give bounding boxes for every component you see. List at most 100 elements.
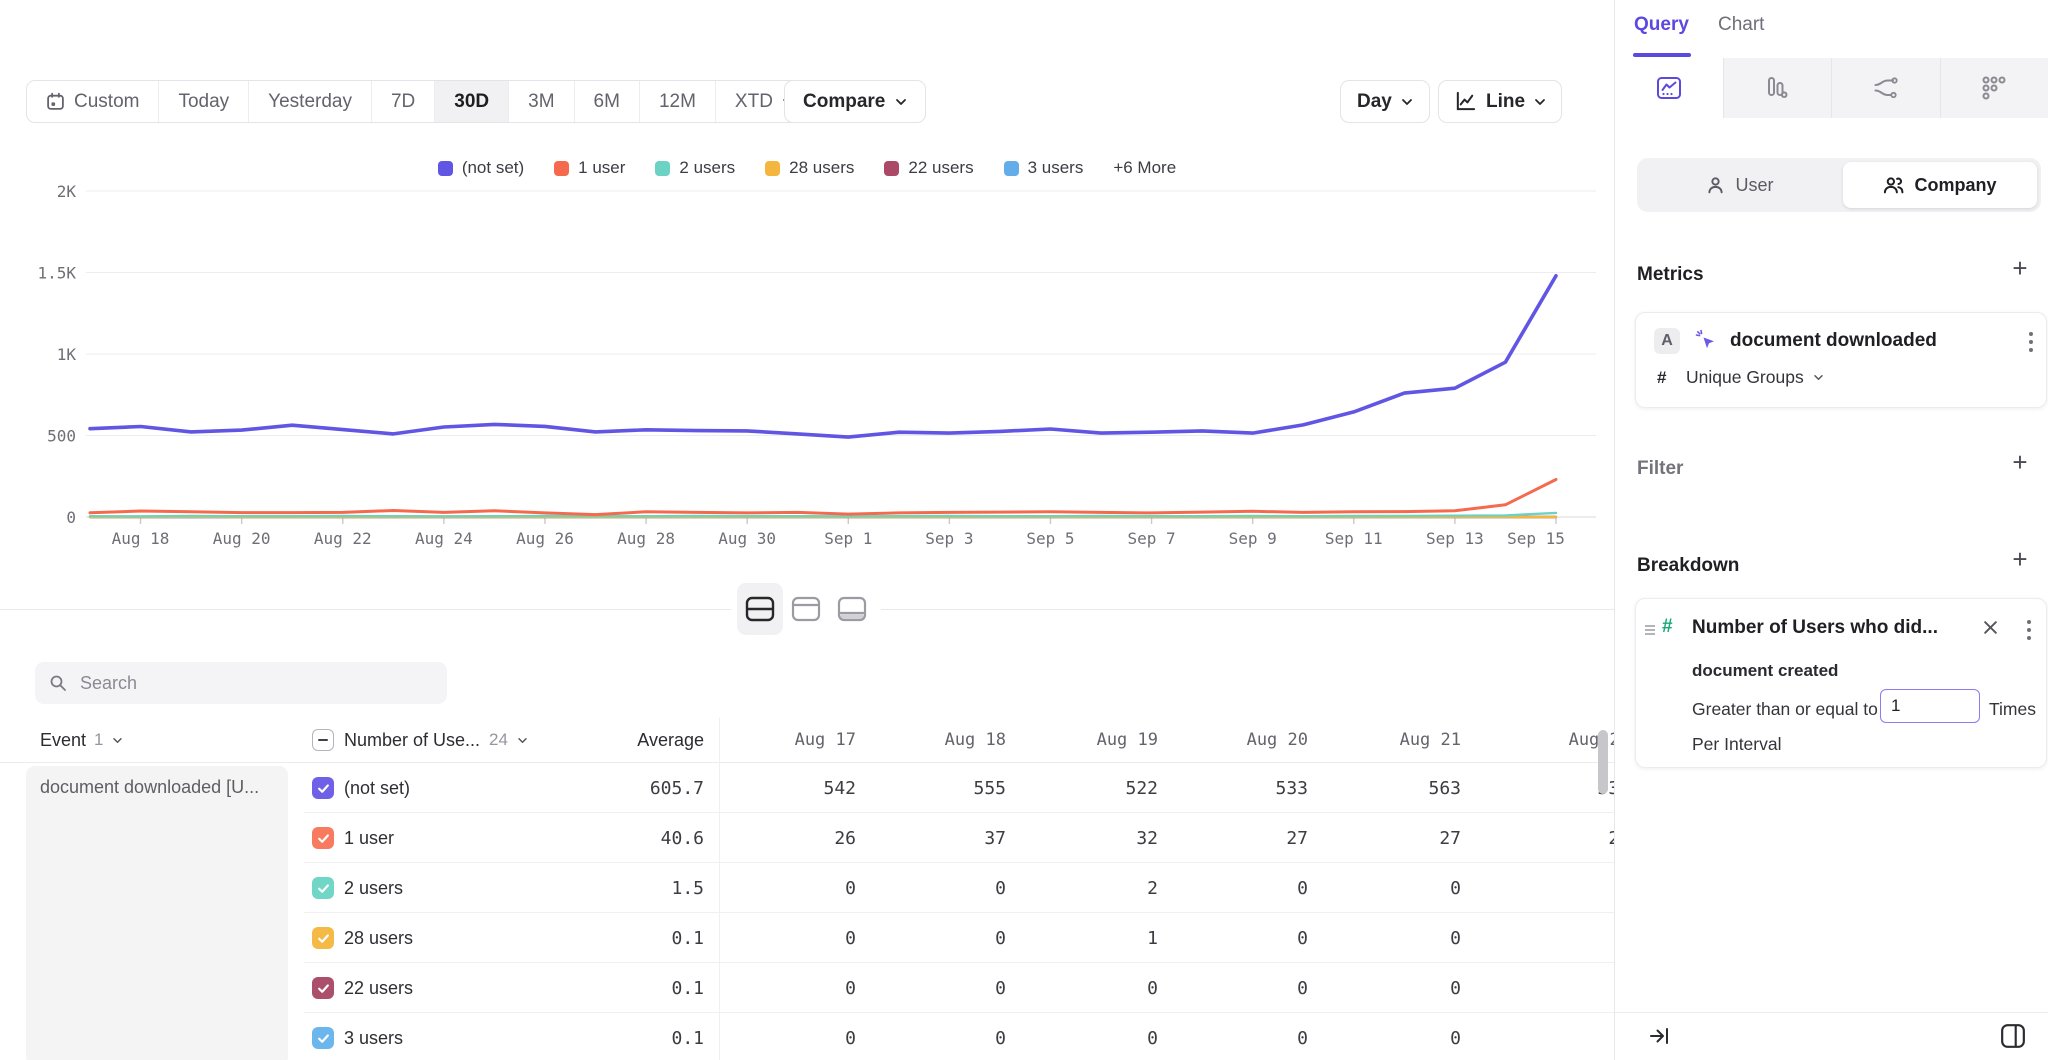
- cell-value: 533: [1188, 763, 1308, 813]
- chevron-down-icon: [1401, 98, 1413, 106]
- series-checkbox[interactable]: [312, 927, 334, 949]
- measure-dropdown[interactable]: Unique Groups: [1686, 367, 1824, 388]
- cell-value: 1: [1038, 913, 1158, 963]
- cell-value: 0: [1510, 1013, 1614, 1060]
- chart-type-composition-tab[interactable]: [1940, 58, 2048, 118]
- cell-value: 522: [1038, 763, 1158, 813]
- range-today[interactable]: Today: [159, 81, 249, 122]
- breakdown-menu-button[interactable]: [2026, 619, 2032, 646]
- toggle-side-panel-button[interactable]: [2000, 1023, 2026, 1054]
- range-3m[interactable]: 3M: [509, 81, 574, 122]
- line-chart-icon: [1454, 90, 1477, 113]
- event-column-header[interactable]: Event 1: [40, 718, 123, 762]
- breakdown-heading: Breakdown: [1637, 555, 1739, 577]
- search-box: [35, 662, 447, 704]
- date-column-header: Aug 19: [1038, 718, 1158, 762]
- chart-type-flow-tab[interactable]: [1831, 58, 1940, 118]
- series-line: [90, 480, 1556, 515]
- series-checkbox[interactable]: [312, 977, 334, 999]
- layout-split-view-button[interactable]: [737, 583, 783, 635]
- chart-top-view-icon: [837, 596, 867, 622]
- cell-value: 0: [736, 1013, 856, 1060]
- analytics-app: CustomTodayYesterday7D30D3M6M12MXTD Comp…: [0, 0, 2048, 1060]
- table-scrollbar[interactable]: [1598, 730, 1608, 794]
- x-axis-label: Aug 22: [314, 529, 372, 548]
- series-checkbox[interactable]: [312, 827, 334, 849]
- x-axis-label: Aug 28: [617, 529, 675, 548]
- drag-handle-icon[interactable]: [1644, 623, 1656, 642]
- line-chart[interactable]: 05001K1.5K2KAug 18Aug 20Aug 22Aug 24Aug …: [0, 140, 1614, 560]
- line-chart-tab-icon: [1656, 76, 1682, 100]
- chevron-down-icon: [1534, 98, 1546, 106]
- toggle-user[interactable]: User: [1637, 175, 1843, 196]
- metric-event-name: document downloaded: [1730, 330, 1937, 352]
- series-checkbox[interactable]: [312, 777, 334, 799]
- tab-query[interactable]: Query: [1634, 14, 1689, 36]
- add-filter-button[interactable]: +: [2006, 448, 2034, 476]
- layout-table-top-button[interactable]: [783, 583, 829, 635]
- autocapture-spark-icon: [1694, 328, 1718, 357]
- x-axis-label: Sep 5: [1026, 529, 1074, 548]
- series-column-header[interactable]: Number of Use... 24: [344, 718, 528, 762]
- cell-value: 0: [886, 1013, 1006, 1060]
- layout-chart-top-button[interactable]: [829, 583, 875, 635]
- series-label: (not set): [344, 763, 410, 813]
- average-value: 0.1: [584, 1013, 704, 1060]
- cell-value: 27: [1341, 813, 1461, 863]
- cell-value: 0: [736, 963, 856, 1013]
- x-axis-label: Sep 3: [925, 529, 973, 548]
- add-breakdown-button[interactable]: +: [2006, 545, 2034, 573]
- remove-breakdown-button[interactable]: [1983, 620, 1998, 640]
- breakdown-value-input[interactable]: [1880, 689, 1980, 723]
- metrics-heading: Metrics: [1637, 264, 1704, 286]
- toggle-company[interactable]: Company: [1843, 162, 2037, 208]
- filter-heading: Filter: [1637, 458, 1683, 480]
- x-axis-label: Sep 11: [1325, 529, 1383, 548]
- cell-value: 28: [1510, 813, 1614, 863]
- search-input[interactable]: [78, 672, 433, 695]
- chevron-down-icon: [895, 98, 907, 106]
- series-count: 24: [489, 730, 508, 750]
- series-label: 22 users: [344, 963, 413, 1013]
- table-row: 28 users0.1001000: [0, 913, 1614, 963]
- collapse-panel-button[interactable]: [1649, 1025, 1671, 1052]
- breakdown-card[interactable]: # Number of Users who did... document cr…: [1635, 598, 2047, 768]
- tab-chart[interactable]: Chart: [1718, 14, 1764, 36]
- metric-menu-button[interactable]: [2028, 331, 2034, 358]
- compare-label: Compare: [803, 91, 885, 113]
- date-column-header: Aug 20: [1188, 718, 1308, 762]
- range-12m[interactable]: 12M: [640, 81, 716, 122]
- chevron-down-icon: [517, 737, 528, 744]
- chart-type-dropdown[interactable]: Line: [1438, 80, 1562, 123]
- range-7d[interactable]: 7D: [372, 81, 435, 122]
- panel-right-icon: [2000, 1023, 2026, 1049]
- metric-card[interactable]: A document downloaded # Unique Groups: [1635, 312, 2047, 408]
- composition-dots-tab-icon: [1981, 75, 2007, 101]
- x-axis-label: Sep 1: [824, 529, 872, 548]
- date-column-header: Aug 21: [1341, 718, 1461, 762]
- select-all-checkbox[interactable]: [312, 729, 334, 751]
- y-axis-label: 1.5K: [37, 264, 76, 283]
- range-yesterday[interactable]: Yesterday: [249, 81, 372, 122]
- metric-badge: A: [1654, 328, 1680, 354]
- range-custom[interactable]: Custom: [27, 81, 159, 122]
- series-checkbox[interactable]: [312, 1027, 334, 1049]
- chart-type-line-tab[interactable]: [1615, 58, 1723, 118]
- x-axis-label: Aug 18: [112, 529, 170, 548]
- chart-type-bar-tab[interactable]: [1723, 58, 1832, 118]
- cell-value: 555: [886, 763, 1006, 813]
- range-6m[interactable]: 6M: [575, 81, 640, 122]
- average-value: 0.1: [584, 913, 704, 963]
- y-axis-label: 1K: [57, 345, 77, 364]
- series-checkbox[interactable]: [312, 877, 334, 899]
- compare-button[interactable]: Compare: [784, 80, 926, 123]
- add-metric-button[interactable]: +: [2006, 254, 2034, 282]
- table-row: 22 users0.1000000: [0, 963, 1614, 1013]
- cell-value: 0: [886, 863, 1006, 913]
- table-row: 2 users1.5002000: [0, 863, 1614, 913]
- range-30d[interactable]: 30D: [435, 81, 509, 122]
- date-column-header: Aug 18: [886, 718, 1006, 762]
- search-icon: [49, 674, 67, 692]
- interval-dropdown[interactable]: Day: [1340, 80, 1430, 123]
- cell-value: 2: [1038, 863, 1158, 913]
